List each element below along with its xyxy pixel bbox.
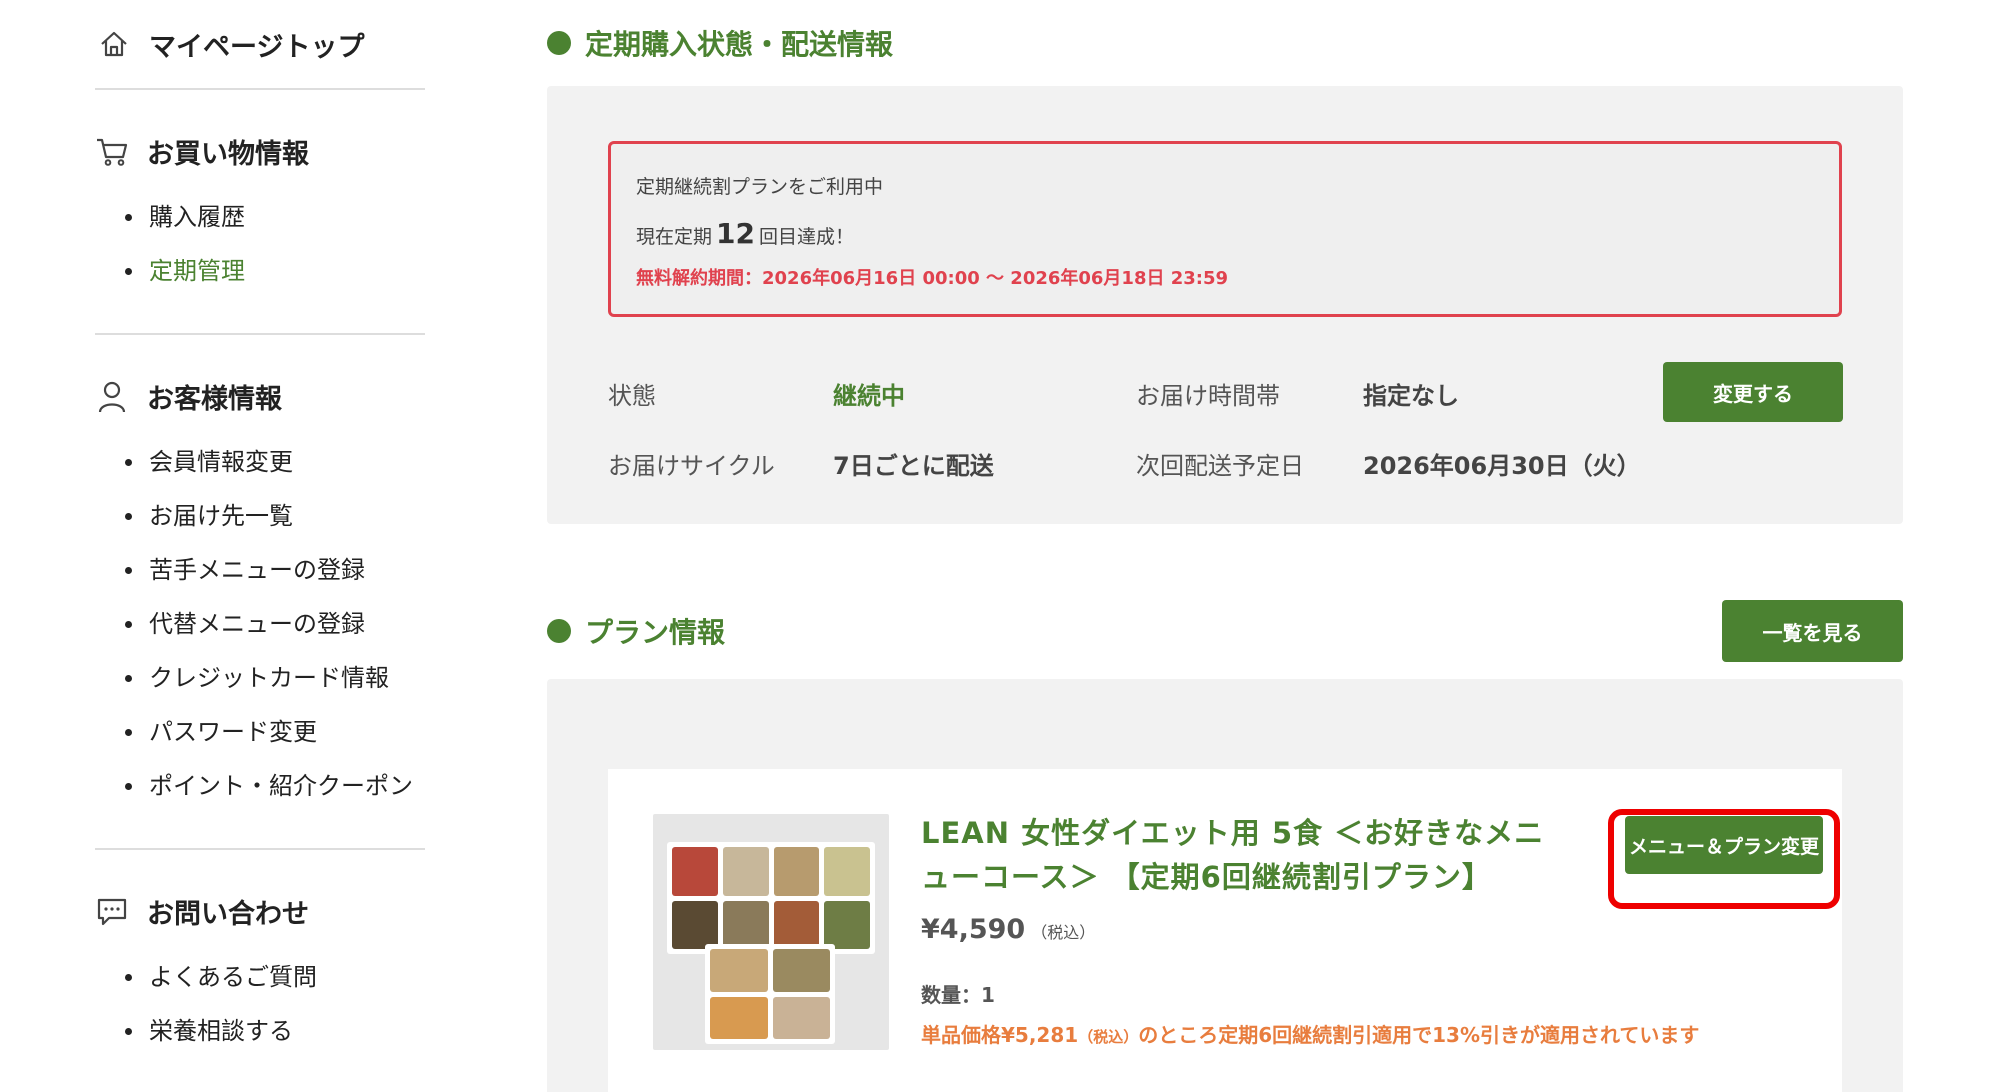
notice-count-text: 現在定期 12 回目達成！	[636, 217, 854, 250]
product-price: ¥4,590 （税込）	[921, 914, 1096, 945]
product-name: LEAN 女性ダイエット用 5食 ＜お好きなメニューコース＞ 【定期6回継続割引…	[921, 816, 1545, 894]
customer-section: お客様情報 会員情報変更 お届け先一覧 苦手メニューの登録 代替メニューの登録 …	[95, 335, 425, 848]
person-icon	[95, 380, 129, 414]
next-delivery-value: 2026年06月30日（火）	[1363, 452, 1641, 480]
sidebar-item-addresses[interactable]: お届け先一覧	[125, 496, 425, 536]
plan-header: プラン情報 一覧を見る	[547, 598, 1903, 664]
plan-section-title: プラン情報	[547, 588, 725, 674]
discount-note: 単品価格¥5,281（税込）のところ定期6回継続割引適用で13%引きが適用されて…	[921, 1023, 1700, 1047]
sidebar-item-member-info[interactable]: 会員情報変更	[125, 442, 425, 482]
contact-section: お問い合わせ よくあるご質問 栄養相談する	[95, 850, 425, 1092]
delivery-time-value: 指定なし	[1363, 382, 1459, 410]
mypage-top-label: マイページトップ	[149, 31, 365, 63]
plan-card: LEAN 女性ダイエット用 5食 ＜お好きなメニューコース＞ 【定期6回継続割引…	[608, 769, 1842, 1092]
cancel-period-text: 無料解約期間：2026年06月16日 00:00 〜 2026年06月18日 2…	[636, 268, 1229, 289]
product-quantity: 数量：1	[921, 983, 995, 1007]
sidebar-item-nutrition-consult[interactable]: 栄養相談する	[125, 1011, 425, 1051]
shopping-list: 購入履歴 定期管理	[95, 197, 425, 291]
main-content: 定期購入状態・配送情報 定期継続割プランをご利用中 現在定期 12 回目達成！ 無料…	[547, 0, 1903, 1092]
next-delivery-label: 次回配送予定日	[1136, 452, 1304, 480]
subscription-section-title: 定期購入状態・配送情報	[547, 0, 1903, 86]
status-label: 状態	[608, 382, 656, 410]
cart-icon	[95, 135, 129, 169]
customer-list: 会員情報変更 お届け先一覧 苦手メニューの登録 代替メニューの登録 クレジットカ…	[95, 442, 425, 806]
subscription-notice: 定期継続割プランをご利用中 現在定期 12 回目達成！ 無料解約期間：2026年06…	[608, 141, 1842, 317]
bullet-icon	[547, 31, 571, 55]
menu-plan-change-button[interactable]: メニュー＆プラン変更	[1625, 816, 1823, 874]
sidebar-item-dislike-menu[interactable]: 苦手メニューの登録	[125, 550, 425, 590]
info-row-status: 状態 継続中 お届け時間帯 指定なし	[608, 376, 1459, 411]
info-row-cycle: お届けサイクル 7日ごとに配送 次回配送予定日 2026年06月30日（火）	[608, 446, 1641, 481]
sidebar: マイページトップ お買い物情報 購入履歴 定期管理 お客様情報 会員情報変更 お…	[95, 0, 425, 1092]
subscription-count: 12	[716, 217, 755, 250]
product-image	[653, 814, 889, 1050]
sidebar-item-credit-card[interactable]: クレジットカード情報	[125, 658, 425, 698]
cycle-value: 7日ごとに配送	[833, 452, 994, 480]
bullet-icon	[547, 619, 571, 643]
sidebar-item-subscription[interactable]: 定期管理	[125, 251, 425, 291]
sidebar-item-purchase-history[interactable]: 購入履歴	[125, 197, 425, 237]
plan-panel: LEAN 女性ダイエット用 5食 ＜お好きなメニューコース＞ 【定期6回継続割引…	[547, 679, 1903, 1092]
sidebar-item-alternative-menu[interactable]: 代替メニューの登録	[125, 604, 425, 644]
sidebar-item-password[interactable]: パスワード変更	[125, 712, 425, 752]
home-icon	[97, 27, 131, 61]
cycle-label: お届けサイクル	[608, 452, 775, 480]
change-button[interactable]: 変更する	[1663, 362, 1843, 422]
customer-heading: お客様情報	[147, 384, 282, 415]
chat-icon	[95, 895, 129, 929]
mypage-top-link[interactable]: マイページトップ	[95, 0, 425, 88]
status-value: 継続中	[833, 382, 905, 410]
subscription-panel: 定期継続割プランをご利用中 現在定期 12 回目達成！ 無料解約期間：2026年06…	[547, 86, 1903, 524]
delivery-time-label: お届け時間帯	[1136, 382, 1280, 410]
shopping-heading: お買い物情報	[147, 139, 309, 170]
contact-list: よくあるご質問 栄養相談する	[95, 957, 425, 1051]
contact-heading: お問い合わせ	[147, 899, 309, 930]
shopping-section: お買い物情報 購入履歴 定期管理	[95, 90, 425, 333]
view-list-button[interactable]: 一覧を見る	[1722, 600, 1903, 662]
notice-plan-text: 定期継続割プランをご利用中	[636, 176, 884, 198]
sidebar-item-faq[interactable]: よくあるご質問	[125, 957, 425, 997]
sidebar-item-points-coupon[interactable]: ポイント・紹介クーポン	[125, 766, 425, 806]
